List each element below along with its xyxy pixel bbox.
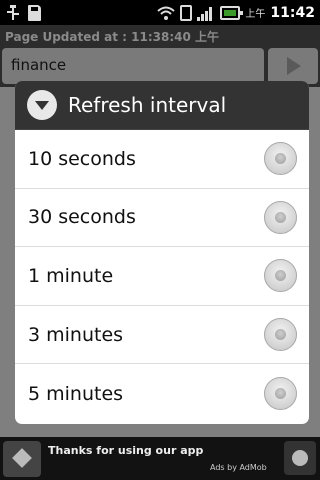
page-updated-label: Page Updated at : 11:38:40 上午 bbox=[5, 30, 220, 44]
app-title-bar: Page Updated at : 11:38:40 上午 bbox=[0, 25, 320, 45]
battery-icon bbox=[220, 5, 244, 20]
dialog-title: Refresh interval bbox=[68, 93, 227, 117]
radio-button[interactable] bbox=[264, 318, 297, 352]
radio-button[interactable] bbox=[264, 200, 297, 234]
option-label: 3 minutes bbox=[28, 323, 124, 346]
option-10-seconds[interactable]: 10 seconds bbox=[15, 130, 309, 189]
option-label: 5 minutes bbox=[28, 382, 124, 405]
option-30-seconds[interactable]: 30 seconds bbox=[15, 189, 309, 248]
globe-icon bbox=[284, 441, 316, 475]
ad-text: Thanks for using our app bbox=[48, 444, 204, 457]
search-input[interactable]: finance bbox=[2, 48, 264, 84]
go-button[interactable] bbox=[268, 48, 318, 84]
option-3-minutes[interactable]: 3 minutes bbox=[15, 306, 309, 365]
wifi-icon bbox=[157, 6, 176, 20]
radio-button[interactable] bbox=[264, 377, 297, 411]
dropdown-arrow-icon bbox=[27, 90, 57, 120]
option-label: 30 seconds bbox=[28, 206, 136, 229]
option-label: 10 seconds bbox=[28, 147, 136, 170]
option-5-minutes[interactable]: 5 minutes bbox=[15, 364, 309, 423]
radio-button[interactable] bbox=[264, 142, 297, 176]
ad-app-icon bbox=[3, 441, 41, 477]
status-clock: 11:42 bbox=[270, 4, 315, 21]
sd-card-icon bbox=[28, 4, 41, 21]
phone-icon bbox=[180, 4, 193, 21]
status-bar: 上午 11:42 bbox=[0, 0, 320, 25]
status-ampm: 上午 bbox=[245, 9, 266, 20]
refresh-interval-dialog: Refresh interval 10 seconds 30 seconds 1… bbox=[15, 81, 309, 424]
option-label: 1 minute bbox=[28, 264, 114, 287]
ad-banner[interactable]: Thanks for using our app Ads by AdMob bbox=[0, 437, 320, 480]
ad-attribution: Ads by AdMob bbox=[210, 463, 267, 472]
option-1-minute[interactable]: 1 minute bbox=[15, 247, 309, 306]
signal-icon bbox=[197, 5, 215, 21]
radio-button[interactable] bbox=[264, 259, 297, 293]
dialog-header: Refresh interval bbox=[15, 81, 309, 130]
usb-icon bbox=[6, 4, 20, 21]
